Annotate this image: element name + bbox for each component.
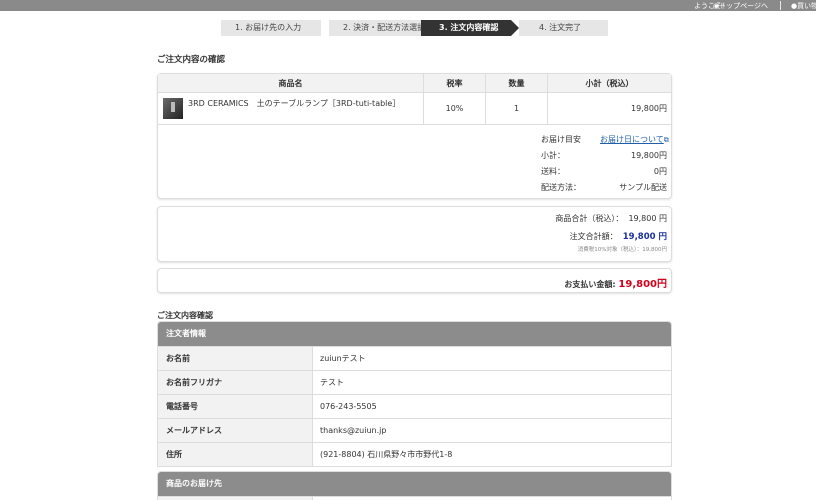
step-4-label: 4. 注文完了: [539, 23, 582, 32]
eta-label: お届け目安: [541, 135, 581, 144]
checkout-steps: 1. お届け先の入力 2. 決済・配送方法選択 3. 注文内容確認 4. 注文完…: [221, 20, 608, 36]
product-thumbnail[interactable]: [163, 98, 183, 119]
step-4: 4. 注文完了: [519, 20, 608, 36]
goods-total-value: 19,800 円: [628, 214, 667, 223]
step-2-label: 2. 決済・配送方法選択: [343, 23, 426, 32]
info-row-phone: 電話番号 076-243-5505: [158, 394, 671, 418]
info-value: テスト: [320, 378, 344, 387]
confirm-section-title: ご注文内容確認: [157, 311, 213, 320]
info-row-address: 住所 (921-8804) 石川県野々市市野代1-8: [158, 442, 671, 466]
info-row: [158, 496, 671, 500]
payment-card: お支払い金額: 19,800円: [157, 268, 672, 293]
delivery-dest-header: 商品のお届け先: [158, 472, 671, 496]
col-header-qty: 数量: [486, 74, 548, 93]
tax-note: 消費税10%対象（税込）：19,800円: [577, 247, 667, 253]
external-link-icon: ⧉: [663, 136, 669, 144]
step-divider-arrow: [321, 20, 329, 36]
info-label: お名前フリガナ: [158, 371, 313, 394]
shipping-method-label: 配送方法：: [541, 183, 581, 192]
orderer-info-table: 注文者情報 お名前 zuiunテスト お名前フリガナ テスト 電話番号 076-…: [157, 321, 672, 467]
info-value: (921-8804) 石川県野々市市野代1-8: [320, 450, 453, 459]
shipping-value: 0円: [653, 167, 667, 176]
orderer-info-header: 注文者情報: [158, 322, 671, 346]
info-value: zuiunテスト: [320, 354, 366, 363]
step-1-label: 1. お届け先の入力: [235, 23, 302, 32]
col-header-name: 商品名: [158, 74, 424, 93]
order-section-title: ご注文内容の確認: [157, 55, 226, 65]
payment-label: お支払い金額:: [564, 280, 616, 289]
shipping-label: 送料：: [541, 167, 565, 176]
info-row-name: お名前 zuiunテスト: [158, 346, 671, 370]
step-1: 1. お届け先の入力: [221, 20, 321, 36]
subtotal-value: 19,800円: [631, 151, 667, 160]
cell-qty: 1: [486, 93, 548, 124]
info-label: お名前: [158, 347, 313, 370]
info-label: 電話番号: [158, 395, 313, 418]
top-bar: ようこそ！ ◉トップページへ ●買い物: [0, 0, 816, 11]
step-2: 2. 決済・配送方法選択: [329, 20, 429, 36]
delivery-date-link[interactable]: お届け日について⧉: [600, 134, 669, 145]
payment-line: お支払い金額: 19,800円: [458, 275, 667, 290]
shipping-method-value: サンプル配送: [619, 183, 667, 192]
info-value: 076-243-5505: [320, 402, 377, 411]
goods-total-line: 商品合計（税込）： 19,800 円: [458, 213, 667, 224]
order-total-line: 注文合計額： 19,800 円: [458, 230, 667, 242]
info-label: メールアドレス: [158, 419, 313, 442]
step-3-label: 3. 注文内容確認: [439, 23, 499, 32]
topbar-divider: [780, 1, 781, 10]
delivery-dest-table: 商品のお届け先: [157, 471, 672, 500]
cell-product: 3RD CERAMICS 土のテーブルランプ［3RD-tuti-table］: [158, 93, 424, 124]
col-header-subtotal: 小計（税込）: [585, 79, 634, 88]
totals-card: 商品合計（税込）： 19,800 円 注文合計額： 19,800 円 消費税10…: [157, 206, 672, 262]
order-total-label: 注文合計額：: [569, 232, 618, 241]
step-3-active: 3. 注文内容確認: [421, 20, 511, 36]
step-active-arrow: [511, 20, 519, 36]
info-value: thanks@zuiun.jp: [320, 426, 387, 435]
subtotal-label: 小計：: [541, 151, 565, 160]
info-label: 住所: [158, 443, 313, 466]
cell-subtotal: 19,800円: [631, 104, 667, 113]
product-name[interactable]: 3RD CERAMICS 土のテーブルランプ［3RD-tuti-table］: [188, 98, 400, 109]
info-row-kana: お名前フリガナ テスト: [158, 370, 671, 394]
top-page-link[interactable]: ◉トップページへ: [713, 1, 768, 11]
delivery-date-link-text[interactable]: お届け日について: [600, 135, 664, 144]
cart-link[interactable]: ●買い物: [791, 1, 816, 11]
table-row: 3RD CERAMICS 土のテーブルランプ［3RD-tuti-table］ 1…: [158, 93, 671, 125]
info-row-email: メールアドレス thanks@zuiun.jp: [158, 418, 671, 442]
goods-total-label: 商品合計（税込）：: [555, 214, 624, 223]
order-table-header: 商品名 税率 数量 小計（税込）: [158, 74, 671, 93]
payment-value: 19,800円: [618, 279, 667, 290]
col-header-tax: 税率: [424, 74, 486, 93]
order-total-value: 19,800 円: [622, 232, 667, 242]
cell-tax: 10%: [424, 93, 486, 124]
order-items-card: 商品名 税率 数量 小計（税込） 3RD CERAMICS 土のテーブルランプ［…: [157, 73, 672, 199]
